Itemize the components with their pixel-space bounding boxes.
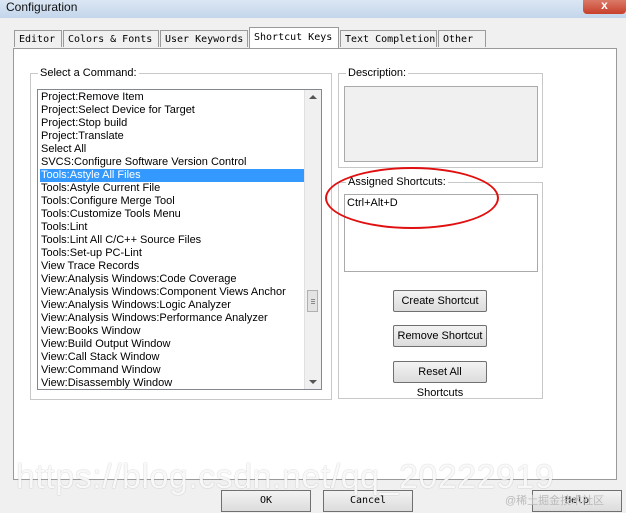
list-item[interactable]: Tools:Astyle Current File bbox=[40, 182, 161, 195]
create-shortcut-button[interactable]: Create Shortcut bbox=[393, 290, 487, 312]
tab-colors-fonts[interactable]: Colors & Fonts bbox=[63, 30, 159, 47]
list-item[interactable]: View:Call Stack Window bbox=[40, 351, 160, 364]
tab-shortcut-keys[interactable]: Shortcut Keys bbox=[249, 27, 339, 48]
list-item[interactable]: Tools:Lint bbox=[40, 221, 88, 234]
list-item[interactable]: Tools:Lint All C/C++ Source Files bbox=[40, 234, 202, 247]
list-item[interactable]: Tools:Customize Tools Menu bbox=[40, 208, 182, 221]
list-item[interactable]: Project:Stop build bbox=[40, 117, 128, 130]
list-item[interactable]: View:Command Window bbox=[40, 364, 162, 377]
list-item[interactable]: SVCS:Configure Software Version Control bbox=[40, 156, 247, 169]
list-item[interactable]: View:Books Window bbox=[40, 325, 141, 338]
tab-user-keywords[interactable]: User Keywords bbox=[160, 30, 248, 47]
list-item[interactable]: Select All bbox=[40, 143, 87, 156]
watermark-secondary: @稀土掘金技术社区 bbox=[505, 495, 605, 507]
close-button[interactable]: x bbox=[583, 0, 626, 14]
command-group-label: Select a Command: bbox=[38, 67, 139, 79]
list-item[interactable]: Tools:Configure Merge Tool bbox=[40, 195, 176, 208]
list-item[interactable]: Tools:Set-up PC-Lint bbox=[40, 247, 143, 260]
description-label: Description: bbox=[346, 67, 409, 79]
reset-all-shortcuts-button[interactable]: Reset All Shortcuts bbox=[393, 361, 487, 399]
list-item[interactable]: View:Analysis Windows:Component Views An… bbox=[40, 286, 287, 299]
window-title: Configuration bbox=[6, 0, 78, 14]
description-box bbox=[344, 86, 538, 162]
tab-text-completion[interactable]: Text Completion bbox=[340, 30, 437, 47]
list-item[interactable]: Project:Translate bbox=[40, 130, 125, 143]
annotation-ellipse bbox=[325, 167, 499, 229]
list-item[interactable]: View:Build Output Window bbox=[40, 338, 171, 351]
watermark-url: https://blog.csdn.net/qq_20222919 bbox=[16, 458, 555, 496]
command-list-scrollbar[interactable] bbox=[304, 90, 321, 389]
list-item[interactable]: Project:Select Device for Target bbox=[40, 104, 196, 117]
remove-shortcut-button[interactable]: Remove Shortcut bbox=[393, 325, 487, 347]
scroll-up-arrow-icon[interactable] bbox=[309, 95, 317, 99]
scroll-thumb[interactable] bbox=[307, 290, 318, 312]
tab-other[interactable]: Other bbox=[438, 30, 486, 47]
list-item[interactable]: View:Analysis Windows:Performance Analyz… bbox=[40, 312, 269, 325]
list-item-selected[interactable]: Tools:Astyle All Files bbox=[40, 169, 304, 182]
list-item[interactable]: View:Analysis Windows:Logic Analyzer bbox=[40, 299, 232, 312]
list-item[interactable]: View:Disassembly Window bbox=[40, 377, 173, 389]
tab-editor[interactable]: Editor bbox=[14, 30, 62, 47]
scroll-down-arrow-icon[interactable] bbox=[309, 380, 317, 384]
list-item[interactable]: View:Analysis Windows:Code Coverage bbox=[40, 273, 237, 286]
command-listbox[interactable]: Project:Remove Item Project:Select Devic… bbox=[37, 89, 322, 390]
title-bar: Configuration x bbox=[0, 0, 626, 18]
list-item[interactable]: View Trace Records bbox=[40, 260, 140, 273]
list-item[interactable]: Project:Remove Item bbox=[40, 91, 145, 104]
